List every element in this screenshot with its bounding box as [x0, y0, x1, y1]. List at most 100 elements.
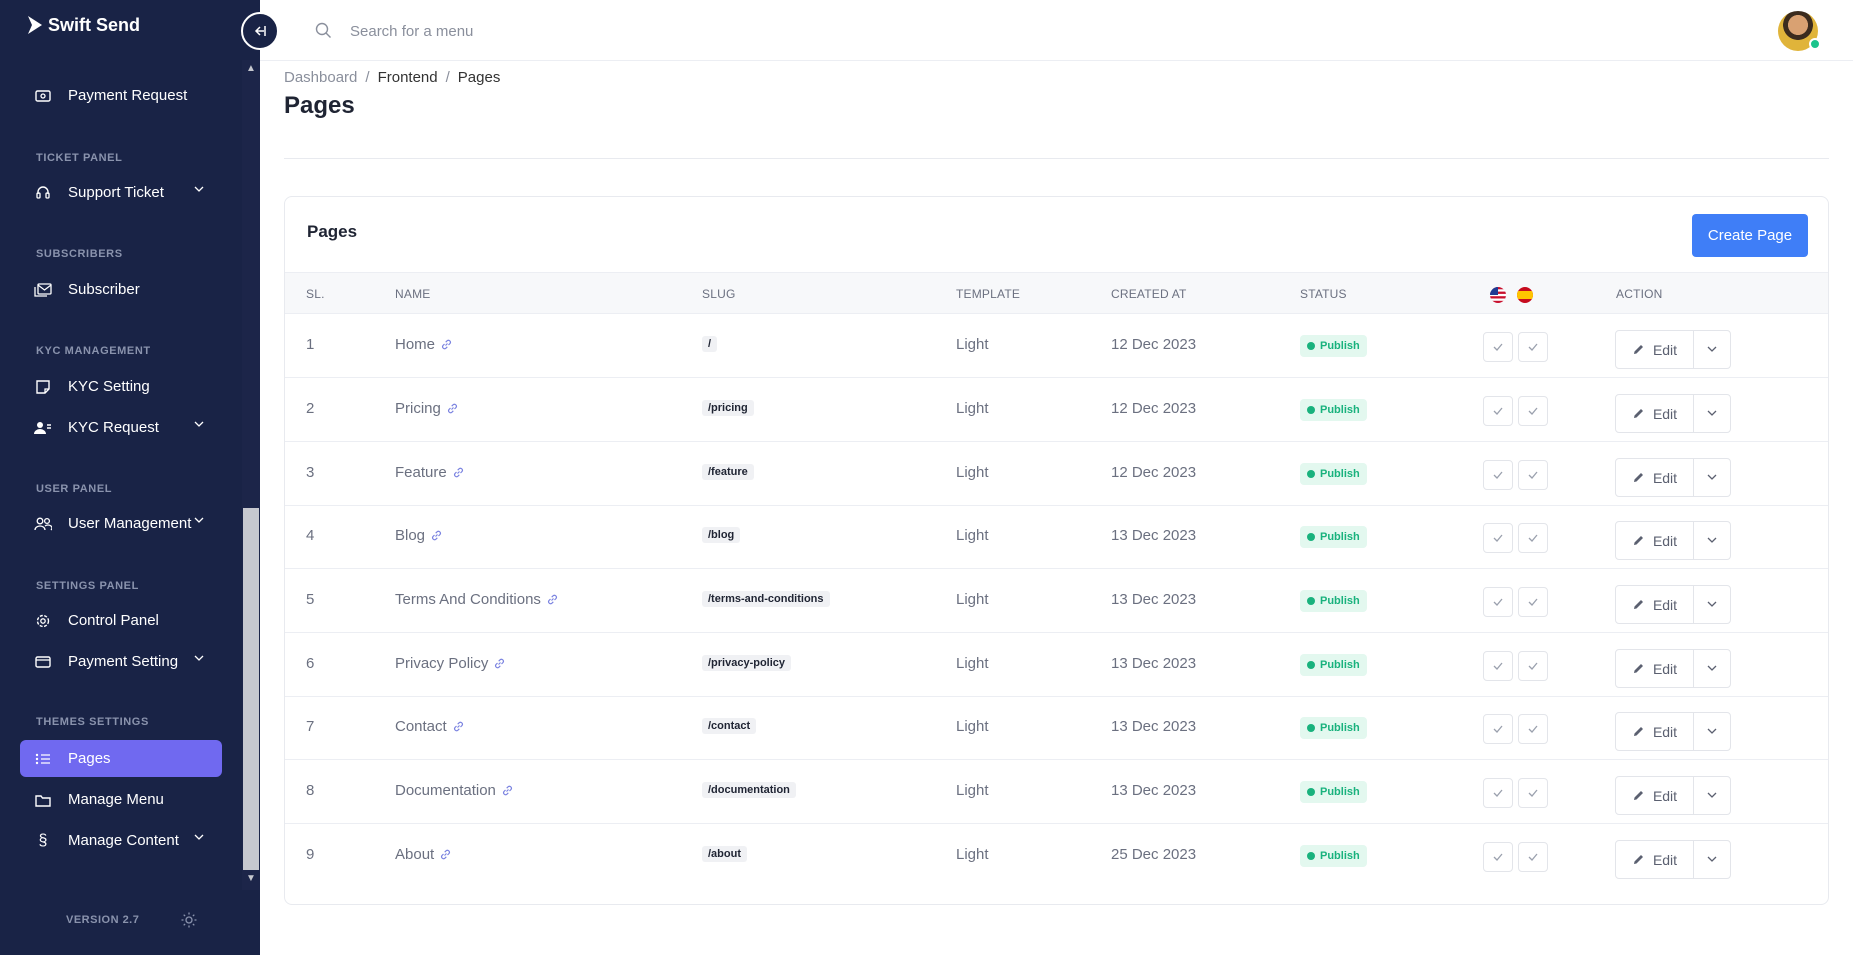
edit-button[interactable]: Edit — [1615, 330, 1694, 369]
gear-icon — [34, 612, 52, 630]
status-dot — [1307, 852, 1315, 860]
page-name-link[interactable]: Terms And Conditions — [395, 591, 541, 608]
scroll-down-icon[interactable]: ▼ — [243, 872, 259, 886]
sidebar-item-manage-menu[interactable]: Manage Menu — [20, 781, 222, 818]
language-es-check[interactable] — [1518, 396, 1548, 426]
link-icon[interactable] — [494, 658, 505, 669]
edit-button[interactable]: Edit — [1615, 776, 1694, 815]
language-es-check[interactable] — [1518, 842, 1548, 872]
create-page-button[interactable]: Create Page — [1692, 214, 1808, 257]
check-icon — [1493, 534, 1503, 542]
pencil-icon — [1633, 473, 1643, 482]
cell-name[interactable]: Blog — [395, 527, 442, 544]
edit-button[interactable]: Edit — [1615, 712, 1694, 751]
sidebar-item-manage-content[interactable]: § Manage Content — [20, 822, 222, 859]
edit-dropdown-toggle[interactable] — [1693, 840, 1731, 879]
sidebar-item-control-panel[interactable]: Control Panel — [20, 602, 222, 639]
sidebar-scrollbar-thumb[interactable] — [243, 508, 259, 870]
link-icon[interactable] — [431, 530, 442, 541]
edit-button[interactable]: Edit — [1615, 649, 1694, 688]
sidebar-item-kyc-request[interactable]: KYC Request — [20, 409, 222, 446]
user-group-icon — [34, 419, 52, 437]
sun-icon[interactable] — [181, 912, 197, 928]
language-en-check[interactable] — [1483, 651, 1513, 681]
card-title: Pages — [307, 222, 358, 241]
sidebar-item-user-management[interactable]: User Management — [20, 505, 222, 542]
language-es-check[interactable] — [1518, 651, 1548, 681]
link-icon[interactable] — [441, 339, 452, 350]
logo[interactable]: Swift Send — [26, 14, 140, 36]
column-header-action: ACTION — [1616, 287, 1663, 301]
sidebar-item-pages[interactable]: Pages — [20, 740, 222, 777]
edit-dropdown-toggle[interactable] — [1693, 649, 1731, 688]
page-name-link[interactable]: Home — [395, 336, 435, 353]
page-name-link[interactable]: Privacy Policy — [395, 655, 488, 672]
status-badge: Publish — [1300, 781, 1367, 803]
sidebar-item-payment-setting[interactable]: Payment Setting — [20, 643, 222, 680]
edit-dropdown-toggle[interactable] — [1693, 776, 1731, 815]
language-es-check[interactable] — [1518, 778, 1548, 808]
edit-dropdown-toggle[interactable] — [1693, 585, 1731, 624]
edit-label: Edit — [1652, 660, 1678, 677]
cell-name[interactable]: Pricing — [395, 400, 458, 417]
language-en-check[interactable] — [1483, 523, 1513, 553]
language-en-check[interactable] — [1483, 714, 1513, 744]
language-en-check[interactable] — [1483, 332, 1513, 362]
page-name-link[interactable]: Contact — [395, 718, 447, 735]
language-en-check[interactable] — [1483, 778, 1513, 808]
sidebar-item-support-ticket[interactable]: Support Ticket — [20, 174, 222, 211]
language-es-check[interactable] — [1518, 714, 1548, 744]
status-label: Publish — [1320, 340, 1360, 352]
language-en-check[interactable] — [1483, 587, 1513, 617]
edit-dropdown-toggle[interactable] — [1693, 330, 1731, 369]
collapse-left-icon — [254, 26, 266, 36]
cell-created-at: 25 Dec 2023 — [1111, 846, 1197, 863]
language-es-check[interactable] — [1518, 523, 1548, 553]
edit-button[interactable]: Edit — [1615, 585, 1694, 624]
language-es-check[interactable] — [1518, 460, 1548, 490]
edit-dropdown-toggle[interactable] — [1693, 394, 1731, 433]
language-en-check[interactable] — [1483, 460, 1513, 490]
cell-name[interactable]: Privacy Policy — [395, 655, 505, 672]
page-name-link[interactable]: Feature — [395, 464, 447, 481]
link-icon[interactable] — [447, 403, 458, 414]
page-name-link[interactable]: Documentation — [395, 782, 496, 799]
edit-button[interactable]: Edit — [1615, 521, 1694, 560]
search-input[interactable] — [350, 14, 750, 48]
breadcrumb-item-dashboard[interactable]: Dashboard — [284, 69, 357, 86]
edit-button[interactable]: Edit — [1615, 840, 1694, 879]
sidebar-collapse-button[interactable] — [241, 12, 279, 50]
sidebar-item-kyc-setting[interactable]: KYC Setting — [20, 368, 222, 405]
link-icon[interactable] — [502, 785, 513, 796]
sidebar-item-subscriber[interactable]: Subscriber — [20, 271, 222, 308]
cell-name[interactable]: Documentation — [395, 782, 513, 799]
cell-name[interactable]: Contact — [395, 718, 464, 735]
breadcrumb-item-frontend[interactable]: Frontend — [378, 69, 438, 86]
sidebar-item-label: Manage Menu — [68, 791, 164, 808]
language-es-check[interactable] — [1518, 332, 1548, 362]
link-icon[interactable] — [453, 467, 464, 478]
link-icon[interactable] — [453, 721, 464, 732]
sidebar-item-payment-request[interactable]: Payment Request — [20, 77, 222, 114]
cell-name[interactable]: Home — [395, 336, 452, 353]
page-name-link[interactable]: Blog — [395, 527, 425, 544]
edit-dropdown-toggle[interactable] — [1693, 712, 1731, 751]
edit-dropdown-toggle[interactable] — [1693, 521, 1731, 560]
link-icon[interactable] — [440, 849, 451, 860]
status-badge: Publish — [1300, 463, 1367, 485]
edit-button[interactable]: Edit — [1615, 394, 1694, 433]
pencil-icon — [1633, 600, 1643, 609]
language-es-check[interactable] — [1518, 587, 1548, 617]
edit-dropdown-toggle[interactable] — [1693, 458, 1731, 497]
cell-name[interactable]: Terms And Conditions — [395, 591, 558, 608]
language-en-check[interactable] — [1483, 842, 1513, 872]
cell-name[interactable]: About — [395, 846, 451, 863]
link-icon[interactable] — [547, 594, 558, 605]
language-en-check[interactable] — [1483, 396, 1513, 426]
page-name-link[interactable]: About — [395, 846, 434, 863]
pencil-icon — [1633, 536, 1643, 545]
page-name-link[interactable]: Pricing — [395, 400, 441, 417]
scroll-up-icon[interactable]: ▲ — [243, 62, 259, 76]
cell-name[interactable]: Feature — [395, 464, 464, 481]
edit-button[interactable]: Edit — [1615, 458, 1694, 497]
